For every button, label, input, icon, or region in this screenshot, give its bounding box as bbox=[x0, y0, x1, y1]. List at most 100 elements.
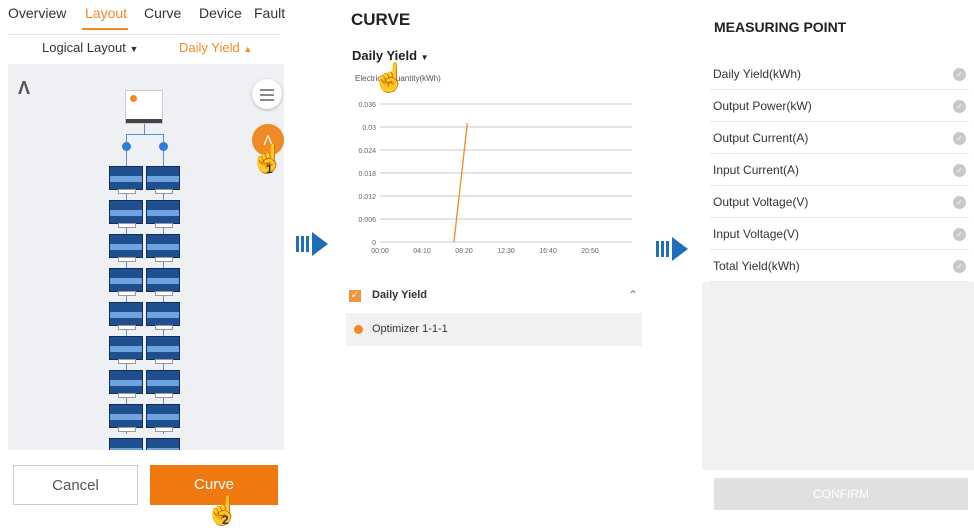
check-circle-icon[interactable]: ✓ bbox=[953, 164, 966, 177]
optimizer-module[interactable] bbox=[146, 438, 180, 450]
optimizer-module[interactable] bbox=[146, 302, 180, 330]
module-tag bbox=[155, 291, 173, 296]
optimizer-module[interactable] bbox=[109, 234, 143, 262]
list-icon-line bbox=[260, 99, 274, 101]
optimizer-module[interactable] bbox=[146, 268, 180, 296]
module-label-strip bbox=[147, 244, 179, 250]
series-item[interactable]: Optimizer 1-1-1 bbox=[346, 313, 642, 346]
module-tag bbox=[118, 291, 136, 296]
x-tick-label: 20:50 bbox=[581, 248, 599, 255]
series-color-dot bbox=[354, 325, 363, 334]
caret-down-icon: ▼ bbox=[420, 53, 429, 62]
x-tick-label: 00:00 bbox=[371, 248, 389, 255]
optimizer-module[interactable] bbox=[109, 200, 143, 228]
flow-arrow-icon bbox=[296, 232, 330, 256]
checkbox-icon[interactable]: ✓ bbox=[349, 290, 361, 302]
layout-panel: Overview Layout Curve Device Fault Logic… bbox=[0, 0, 288, 530]
check-circle-icon[interactable]: ✓ bbox=[953, 228, 966, 241]
list-view-button[interactable] bbox=[252, 79, 282, 109]
yield-selector-label: Daily Yield bbox=[179, 40, 240, 55]
module-label-strip bbox=[110, 414, 142, 420]
layout-canvas[interactable]: Λ Λ bbox=[8, 64, 284, 450]
measuring-point-item[interactable]: Output Voltage(V) ✓ bbox=[710, 186, 969, 218]
cancel-button[interactable]: Cancel bbox=[13, 465, 138, 505]
curve-type-label: Daily Yield bbox=[352, 48, 418, 63]
optimizer-module[interactable] bbox=[146, 370, 180, 398]
optimizer-module[interactable] bbox=[146, 336, 180, 364]
module-tag bbox=[155, 427, 173, 432]
check-circle-icon[interactable]: ✓ bbox=[953, 196, 966, 209]
legend-header[interactable]: ✓ Daily Yield ⌃ bbox=[346, 283, 642, 311]
module-tag bbox=[118, 359, 136, 364]
y-tick-label: 0.024 bbox=[358, 148, 376, 155]
empty-area bbox=[702, 282, 974, 470]
layout-selector-label: Logical Layout bbox=[42, 40, 126, 55]
optimizer-module[interactable] bbox=[109, 268, 143, 296]
y-tick-label: 0.006 bbox=[358, 217, 376, 224]
chevron-up-icon[interactable]: ⌃ bbox=[628, 288, 638, 302]
module-label-strip bbox=[110, 448, 142, 450]
optimizer-module[interactable] bbox=[109, 302, 143, 330]
inverter-base bbox=[126, 119, 162, 123]
measuring-point-item[interactable]: Input Voltage(V) ✓ bbox=[710, 218, 969, 250]
tab-layout[interactable]: Layout bbox=[85, 5, 127, 21]
tab-device[interactable]: Device bbox=[199, 5, 242, 21]
flow-arrow-icon bbox=[656, 237, 690, 261]
list-icon-line bbox=[260, 94, 274, 96]
tab-fault[interactable]: Fault bbox=[254, 5, 285, 21]
module-tag bbox=[155, 393, 173, 398]
module-tag bbox=[118, 325, 136, 330]
layout-selector[interactable]: Logical Layout ▼ bbox=[42, 40, 138, 55]
tab-overview[interactable]: Overview bbox=[8, 5, 66, 21]
series-line bbox=[453, 123, 469, 243]
module-label-strip bbox=[147, 210, 179, 216]
connector-line bbox=[126, 134, 163, 135]
pointer-hand-icon: ☝ bbox=[372, 62, 407, 93]
module-tag bbox=[155, 359, 173, 364]
measuring-point-label: Input Voltage(V) bbox=[713, 227, 800, 241]
page-title: CURVE bbox=[351, 10, 411, 29]
measuring-point-item[interactable]: Daily Yield(kWh) ✓ bbox=[710, 58, 969, 90]
x-tick-label: 04:10 bbox=[413, 248, 431, 255]
inverter-device[interactable] bbox=[125, 90, 163, 124]
module-label-strip bbox=[147, 448, 179, 450]
measuring-point-label: Daily Yield(kWh) bbox=[713, 67, 802, 81]
check-circle-icon[interactable]: ✓ bbox=[953, 132, 966, 145]
optimizer-module[interactable] bbox=[109, 370, 143, 398]
curve-type-selector[interactable]: Daily Yield ▼ bbox=[352, 48, 429, 63]
optimizer-module[interactable] bbox=[109, 404, 143, 432]
measuring-point-item[interactable]: Output Power(kW) ✓ bbox=[710, 90, 969, 122]
y-tick-label: 0 bbox=[372, 240, 376, 247]
y-tick-label: 0.036 bbox=[358, 102, 376, 109]
step-number: 1 bbox=[266, 162, 273, 176]
legend-label: Daily Yield bbox=[372, 289, 428, 301]
optimizer-module[interactable] bbox=[109, 166, 143, 194]
measuring-point-item[interactable]: Input Current(A) ✓ bbox=[710, 154, 969, 186]
optimizer-module[interactable] bbox=[109, 438, 143, 450]
optimizer-module[interactable] bbox=[146, 166, 180, 194]
module-tag bbox=[118, 257, 136, 262]
optimizer-module[interactable] bbox=[146, 234, 180, 262]
module-tag bbox=[155, 325, 173, 330]
measuring-point-item[interactable]: Output Current(A) ✓ bbox=[710, 122, 969, 154]
divider bbox=[8, 34, 280, 35]
tab-bar: Overview Layout Curve Device Fault bbox=[0, 0, 288, 30]
measuring-point-label: Total Yield(kWh) bbox=[713, 259, 800, 273]
optimizer-module[interactable] bbox=[146, 200, 180, 228]
yield-chart[interactable]: 0 0.006 0.012 0.018 0.024 0.03 0.036 00:00 04:10… bbox=[342, 82, 642, 262]
y-tick-label: 0.012 bbox=[358, 194, 376, 201]
check-circle-icon[interactable]: ✓ bbox=[953, 100, 966, 113]
measuring-point-label: Output Voltage(V) bbox=[713, 195, 809, 209]
optimizer-module[interactable] bbox=[109, 336, 143, 364]
confirm-button[interactable]: CONFIRM bbox=[714, 478, 968, 510]
x-tick-label: 12:30 bbox=[497, 248, 515, 255]
x-tick-label: 16:40 bbox=[539, 248, 557, 255]
module-tag bbox=[118, 223, 136, 228]
tab-curve[interactable]: Curve bbox=[144, 5, 181, 21]
optimizer-module[interactable] bbox=[146, 404, 180, 432]
check-circle-icon[interactable]: ✓ bbox=[953, 68, 966, 81]
module-label-strip bbox=[110, 278, 142, 284]
yield-selector[interactable]: Daily Yield ▲ bbox=[179, 40, 252, 55]
measuring-point-item[interactable]: Total Yield(kWh) ✓ bbox=[710, 250, 969, 282]
check-circle-icon[interactable]: ✓ bbox=[953, 260, 966, 273]
